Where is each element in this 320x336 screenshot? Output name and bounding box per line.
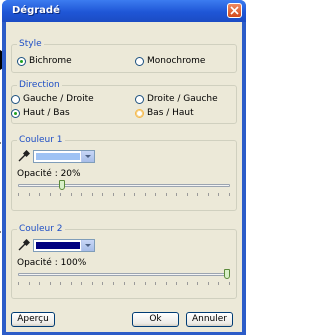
- direction-group: Direction Gauche / Droite Droite / Gauch…: [11, 80, 237, 124]
- preview-button[interactable]: Aperçu: [11, 312, 55, 327]
- color1-group: Couleur 1 Opacité : 20%: [11, 135, 237, 211]
- slider-tick: [155, 282, 156, 285]
- ok-button[interactable]: Ok: [132, 312, 179, 327]
- slider-tick: [92, 282, 93, 285]
- color2-opacity-thumb[interactable]: [224, 269, 230, 279]
- eyedropper-icon: [18, 238, 31, 251]
- slider-tick: [60, 193, 61, 196]
- slider-tick: [113, 193, 114, 196]
- slider-tick: [176, 193, 177, 196]
- cancel-button[interactable]: Annuler: [186, 312, 233, 327]
- slider-tick: [187, 193, 188, 196]
- color2-opacity-ticks: [18, 282, 230, 286]
- slider-tick: [50, 282, 51, 285]
- slider-tick: [208, 193, 209, 196]
- radio-label: Monochrome: [147, 56, 206, 66]
- color1-opacity-thumb[interactable]: [59, 180, 65, 190]
- slider-tick: [71, 193, 72, 196]
- radio-circle: [135, 56, 144, 66]
- color2-select[interactable]: [33, 239, 95, 252]
- slider-tick: [187, 282, 188, 285]
- slider-tick: [81, 282, 82, 285]
- color2-group-title: Couleur 2: [17, 224, 65, 234]
- style-group-title: Style: [17, 39, 44, 49]
- slider-tick: [29, 282, 30, 285]
- eyedropper-icon: [18, 149, 31, 162]
- color1-select[interactable]: [33, 150, 95, 163]
- radio-bichrome[interactable]: Bichrome: [17, 56, 72, 66]
- slider-tick: [60, 282, 61, 285]
- style-group: Style Bichrome Monochrome: [11, 39, 237, 73]
- slider-tick: [197, 282, 198, 285]
- slider-tick: [50, 193, 51, 196]
- close-button[interactable]: [227, 3, 242, 18]
- color2-opacity-label: Opacité : 100%: [17, 258, 87, 268]
- slider-tick: [197, 193, 198, 196]
- slider-tick: [134, 282, 135, 285]
- color1-opacity-track[interactable]: [18, 184, 230, 187]
- radio-label: Haut / Bas: [23, 108, 70, 118]
- color2-group: Couleur 2 Opacité : 100%: [11, 224, 237, 299]
- color2-swatch: [36, 242, 80, 249]
- slider-tick: [124, 282, 125, 285]
- slider-tick: [18, 282, 19, 285]
- slider-tick: [102, 193, 103, 196]
- slider-tick: [208, 282, 209, 285]
- radio-right-left[interactable]: Droite / Gauche: [135, 94, 218, 104]
- slider-tick: [29, 193, 30, 196]
- color1-group-title: Couleur 1: [17, 135, 65, 145]
- radio-left-right[interactable]: Gauche / Droite: [11, 94, 94, 104]
- direction-group-title: Direction: [17, 80, 62, 90]
- slider-tick: [145, 282, 146, 285]
- slider-tick: [102, 282, 103, 285]
- eyedropper-button-1[interactable]: [17, 149, 31, 163]
- color1-opacity-ticks: [18, 193, 230, 197]
- slider-tick: [39, 282, 40, 285]
- window-title: Dégradé: [12, 5, 60, 16]
- gradient-dialog: Dégradé Style Bichrome Monochrome Direct…: [2, 0, 246, 335]
- radio-circle: [17, 56, 26, 66]
- slider-tick: [218, 282, 219, 285]
- slider-tick: [134, 193, 135, 196]
- color1-opacity-label: Opacité : 20%: [17, 169, 81, 179]
- eyedropper-button-2[interactable]: [17, 238, 31, 252]
- radio-circle: [11, 108, 20, 118]
- slider-tick: [124, 193, 125, 196]
- radio-label: Gauche / Droite: [23, 94, 94, 104]
- radio-circle: [135, 108, 144, 118]
- slider-tick: [229, 193, 230, 196]
- slider-tick: [176, 282, 177, 285]
- close-icon: [230, 6, 239, 15]
- slider-tick: [155, 193, 156, 196]
- radio-label: Bichrome: [29, 56, 72, 66]
- slider-tick: [39, 193, 40, 196]
- slider-tick: [113, 282, 114, 285]
- slider-tick: [71, 282, 72, 285]
- chevron-down-icon[interactable]: [81, 151, 94, 162]
- color2-opacity-track[interactable]: [18, 273, 230, 276]
- radio-label: Droite / Gauche: [147, 94, 218, 104]
- chevron-down-icon[interactable]: [81, 240, 94, 251]
- title-bar[interactable]: Dégradé: [2, 0, 246, 22]
- slider-tick: [18, 193, 19, 196]
- color1-swatch: [36, 153, 80, 160]
- slider-tick: [145, 193, 146, 196]
- radio-circle: [11, 94, 20, 104]
- slider-tick: [229, 282, 230, 285]
- radio-label: Bas / Haut: [147, 108, 194, 118]
- radio-bottom-top[interactable]: Bas / Haut: [135, 108, 194, 118]
- dialog-body: Style Bichrome Monochrome Direction Gauc…: [6, 22, 242, 332]
- slider-tick: [92, 193, 93, 196]
- slider-tick: [166, 193, 167, 196]
- slider-tick: [166, 282, 167, 285]
- radio-monochrome[interactable]: Monochrome: [135, 56, 205, 66]
- slider-tick: [81, 193, 82, 196]
- radio-circle: [135, 94, 144, 104]
- radio-top-bottom[interactable]: Haut / Bas: [11, 108, 70, 118]
- slider-tick: [218, 193, 219, 196]
